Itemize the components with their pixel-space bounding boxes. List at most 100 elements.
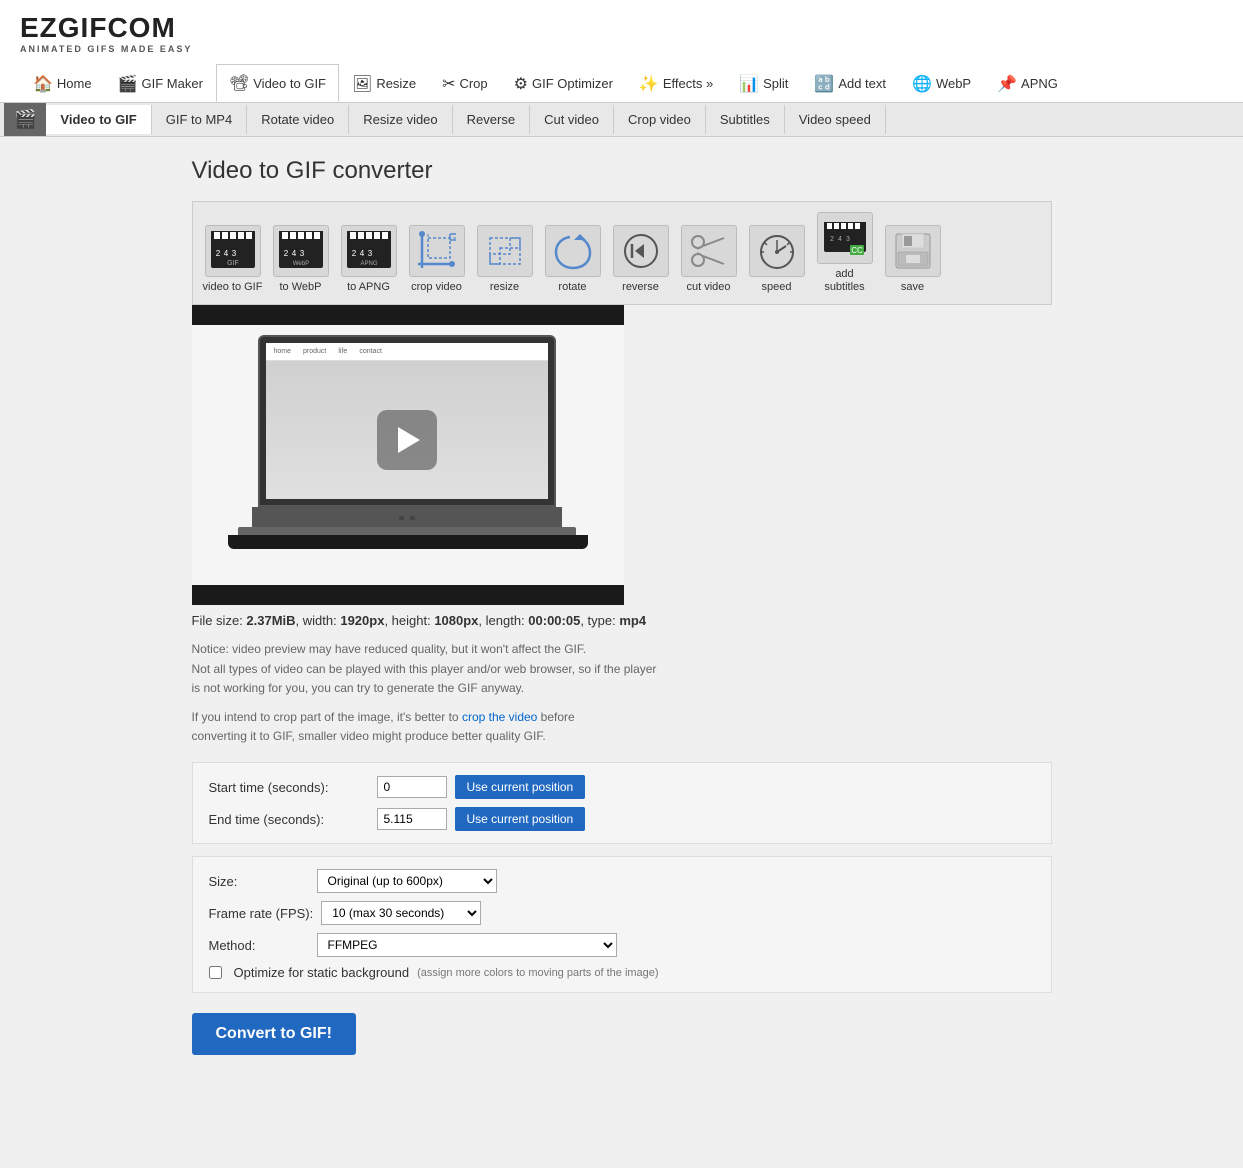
- optimize-checkbox[interactable]: [209, 966, 222, 979]
- nav-apng[interactable]: 📌 APNG: [984, 65, 1071, 102]
- subnav-crop-video[interactable]: Crop video: [614, 105, 706, 134]
- apng-icon: 📌: [997, 74, 1017, 94]
- size-select[interactable]: Original (up to 600px) 320px 480px 600px: [317, 869, 497, 893]
- size-option-row: Size: Original (up to 600px) 320px 480px…: [209, 869, 1035, 893]
- subnav-reverse[interactable]: Reverse: [453, 105, 530, 134]
- svg-text:2: 2: [351, 249, 356, 258]
- start-time-input[interactable]: [377, 776, 447, 798]
- use-current-position-start-button[interactable]: Use current position: [455, 775, 586, 799]
- optimize-hint: (assign more colors to moving parts of t…: [417, 967, 659, 979]
- tool-to-webp[interactable]: 2 4 3 WebP to WebP: [271, 225, 331, 294]
- svg-text:4: 4: [359, 249, 364, 258]
- optimizer-icon: ⚙: [514, 74, 528, 94]
- page-title: Video to GIF converter: [192, 157, 1052, 185]
- laptop-base: [252, 507, 562, 529]
- tool-cut-video[interactable]: cut video: [679, 225, 739, 294]
- tool-label-crop-video: crop video: [411, 281, 462, 294]
- nav-gif-optimizer[interactable]: ⚙ GIF Optimizer: [501, 65, 626, 102]
- nav-effects[interactable]: ✨ Effects »: [626, 65, 726, 102]
- subnav-video-to-gif[interactable]: Video to GIF: [46, 105, 151, 134]
- use-current-position-end-button[interactable]: Use current position: [455, 807, 586, 831]
- main-content: Video to GIF converter 2 4 3 GIF: [172, 157, 1072, 1095]
- tool-add-subtitles[interactable]: 2 4 3 CC add subtitles: [815, 212, 875, 294]
- site-tagline: ANIMATED GIFS MADE EASY: [20, 44, 1223, 54]
- tool-speed[interactable]: speed: [747, 225, 807, 294]
- tool-icon-add-subtitles: 2 4 3 CC: [817, 212, 873, 264]
- optimize-option-row: Optimize for static background (assign m…: [209, 965, 1035, 980]
- screen-content: [266, 361, 548, 499]
- subnav-resize-video[interactable]: Resize video: [349, 105, 452, 134]
- laptop-hinge-dot2: [410, 516, 415, 520]
- bottom-spacer: [192, 1055, 1052, 1095]
- method-option-row: Method: FFMPEG ImageMagick: [209, 933, 1035, 957]
- file-width: 1920px: [340, 613, 384, 628]
- file-height: 1080px: [434, 613, 478, 628]
- subnav-subtitles[interactable]: Subtitles: [706, 105, 785, 134]
- crop-video-link[interactable]: crop the video: [462, 710, 537, 724]
- sub-navigation: 🎬 Video to GIF GIF to MP4 Rotate video R…: [0, 103, 1243, 137]
- subnav-cut-video[interactable]: Cut video: [530, 105, 614, 134]
- method-select[interactable]: FFMPEG ImageMagick: [317, 933, 617, 957]
- top-navigation: 🏠 Home 🎬 GIF Maker 📽 Video to GIF 🖼 Resi…: [20, 64, 1223, 102]
- tool-crop-video[interactable]: crop video: [407, 225, 467, 294]
- svg-text:2: 2: [283, 249, 288, 258]
- subnav-video-speed[interactable]: Video speed: [785, 105, 886, 134]
- video-top-bar: [192, 305, 624, 325]
- svg-text:CC: CC: [851, 246, 863, 255]
- convert-button[interactable]: Convert to GIF!: [192, 1013, 356, 1055]
- tool-label-add-subtitles: add subtitles: [824, 268, 864, 294]
- crop-notice: If you intend to crop part of the image,…: [192, 708, 1052, 746]
- video-icon: 📽: [229, 73, 249, 93]
- video-bottom-bar: [192, 585, 624, 605]
- notice-text: Notice: video preview may have reduced q…: [192, 640, 1052, 698]
- nav-webp[interactable]: 🌐 WebP: [899, 65, 984, 102]
- fps-label: Frame rate (FPS):: [209, 906, 314, 921]
- laptop-screen: home product life contact: [266, 343, 548, 499]
- nav-video-to-gif[interactable]: 📽 Video to GIF: [216, 64, 339, 102]
- tool-label-resize: resize: [490, 281, 519, 294]
- nav-split[interactable]: 📊 Split: [726, 65, 801, 102]
- tool-reverse[interactable]: reverse: [611, 225, 671, 294]
- screen-header-bar: home product life contact: [266, 343, 548, 361]
- tool-save[interactable]: save: [883, 225, 943, 294]
- video-player[interactable]: home product life contact: [192, 325, 624, 585]
- tool-icon-crop-video: [409, 225, 465, 277]
- nav-add-text[interactable]: 🔡 Add text: [801, 65, 899, 102]
- svg-text:3: 3: [846, 236, 850, 243]
- tool-rotate[interactable]: rotate: [543, 225, 603, 294]
- play-triangle-icon: [398, 427, 420, 453]
- tool-icon-rotate: [545, 225, 601, 277]
- play-button[interactable]: [377, 410, 437, 470]
- svg-text:GIF: GIF: [227, 260, 239, 267]
- optimize-label: Optimize for static background: [234, 965, 410, 980]
- crop-icon: ✂: [442, 74, 455, 94]
- tool-icon-to-webp: 2 4 3 WebP: [273, 225, 329, 277]
- svg-text:2: 2: [830, 236, 834, 243]
- subnav-gif-to-mp4[interactable]: GIF to MP4: [152, 105, 247, 134]
- laptop-hinge-dot: [399, 516, 404, 520]
- site-logo: EZGIFCOM: [20, 12, 1223, 44]
- fps-option-row: Frame rate (FPS): 5 (max 60 seconds) 10 …: [209, 901, 1035, 925]
- start-time-label: Start time (seconds):: [209, 780, 369, 795]
- tool-video-to-gif[interactable]: 2 4 3 GIF video to GIF: [203, 225, 263, 294]
- nav-gif-maker[interactable]: 🎬 GIF Maker: [105, 65, 216, 102]
- nav-crop[interactable]: ✂ Crop: [429, 65, 501, 102]
- fps-select[interactable]: 5 (max 60 seconds) 10 (max 30 seconds) 1…: [321, 901, 481, 925]
- subnav-rotate-video[interactable]: Rotate video: [247, 105, 349, 134]
- svg-text:3: 3: [299, 249, 304, 258]
- end-time-input[interactable]: [377, 808, 447, 830]
- home-icon: 🏠: [33, 74, 53, 94]
- tool-to-apng[interactable]: 2 4 3 APNG to APNG: [339, 225, 399, 294]
- tool-icon-speed: [749, 225, 805, 277]
- tool-icon-save: [885, 225, 941, 277]
- nav-resize[interactable]: 🖼 Resize: [339, 65, 429, 102]
- tool-resize[interactable]: resize: [475, 225, 535, 294]
- tool-label-video-to-gif: video to GIF: [203, 281, 263, 294]
- svg-text:4: 4: [838, 236, 842, 243]
- nav-home[interactable]: 🏠 Home: [20, 65, 105, 102]
- tool-label-to-apng: to APNG: [347, 281, 390, 294]
- tool-label-reverse: reverse: [622, 281, 659, 294]
- start-time-row: Start time (seconds): Use current positi…: [209, 775, 1035, 799]
- method-label: Method:: [209, 938, 309, 953]
- file-info: File size: 2.37MiB, width: 1920px, heigh…: [192, 613, 1052, 628]
